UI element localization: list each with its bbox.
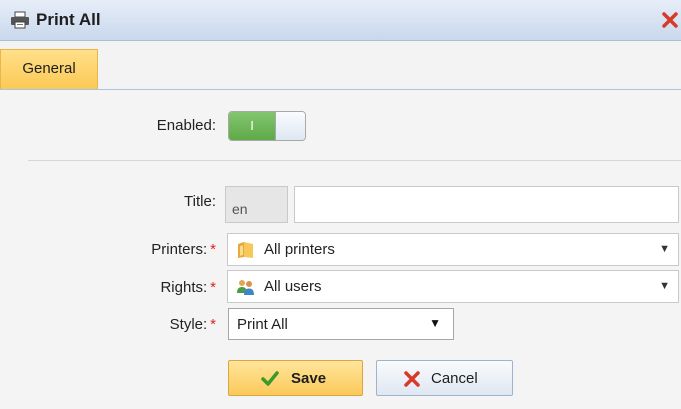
save-label: Save <box>291 370 327 387</box>
printers-value: All printers <box>264 241 335 258</box>
required-mark: * <box>210 316 216 333</box>
title-label: Title: <box>184 193 216 210</box>
close-icon <box>404 371 420 387</box>
tab-bar: General <box>0 41 681 90</box>
style-value: Print All <box>237 316 288 333</box>
language-code: en <box>225 186 288 223</box>
tab-general[interactable]: General <box>0 49 98 89</box>
printers-label: Printers: * <box>100 241 216 258</box>
users-group-icon <box>237 280 254 295</box>
rights-label-text: Rights: <box>160 279 208 296</box>
close-icon[interactable] <box>660 10 680 30</box>
enabled-toggle[interactable]: I <box>228 111 306 141</box>
chevron-down-icon: ▼ <box>659 243 670 255</box>
title-bar: Print All <box>0 0 681 41</box>
required-mark: * <box>210 279 216 296</box>
cancel-button[interactable]: Cancel <box>376 360 513 396</box>
cancel-label: Cancel <box>431 370 478 387</box>
dialog-title: Print All <box>36 10 101 29</box>
printers-label-text: Printers: <box>151 241 208 258</box>
title-input[interactable] <box>294 186 679 223</box>
toggle-on-indicator: I <box>229 112 275 140</box>
rights-value: All users <box>264 278 322 295</box>
style-label-text: Style: <box>169 316 208 333</box>
required-mark: * <box>210 241 216 258</box>
checkmark-icon <box>261 371 279 386</box>
dropdown-arrow-icon: ▼ <box>429 316 441 330</box>
printers-select[interactable]: All printers ▼ <box>227 233 679 266</box>
rights-label: Rights: * <box>100 279 216 296</box>
save-button[interactable]: Save <box>228 360 363 396</box>
print-all-dialog: Print All General Enabled: I Title: en P… <box>0 0 681 409</box>
toggle-knob <box>275 112 305 140</box>
style-label: Style: * <box>100 316 216 333</box>
printer-icon <box>11 11 29 29</box>
enabled-label: Enabled: <box>156 117 216 134</box>
style-select[interactable]: Print All ▼ <box>228 308 454 340</box>
chevron-down-icon: ▼ <box>659 280 670 292</box>
section-divider <box>28 160 681 161</box>
folder-icon <box>238 242 253 258</box>
rights-select[interactable]: All users ▼ <box>227 270 679 303</box>
